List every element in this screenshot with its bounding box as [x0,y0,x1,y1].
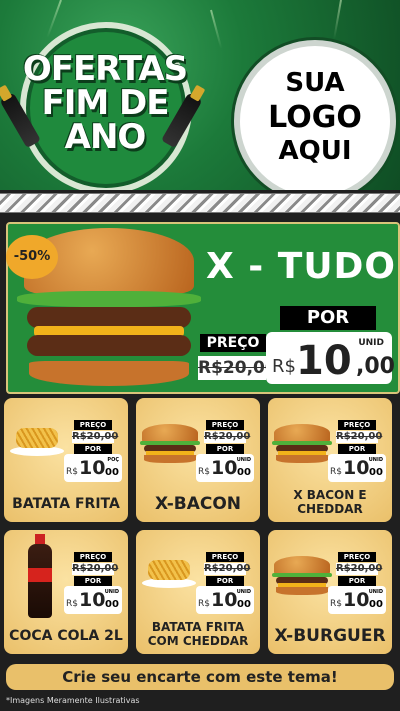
price-box: R$ 10 00 UNID [328,454,386,482]
featured-preco-label: PREÇO [200,334,266,352]
price-unit: UNID [104,589,119,595]
fries-image [10,426,64,456]
soda-bottle-image [26,534,54,618]
por-label: POR [338,576,376,586]
price-integer: 10 [79,457,106,479]
badge-line-2: FIM DE [41,83,170,123]
price-cents: 00 [237,467,251,478]
product-card[interactable]: PREÇO R$20,00 POR R$ 10 00 UNID X-BACON [136,398,260,522]
featured-title: X - TUDO [206,246,397,287]
price-integer: 10 [211,589,238,611]
price-tag: PREÇO R$20,00 POR R$ 10 00 POÇ [64,420,122,484]
product-card[interactable]: PREÇO R$20,00 POR R$ 10 00 UNID X BACON E CHEDD… [268,398,392,522]
discount-badge: -50% [6,235,58,279]
price-cents: 00 [105,467,119,478]
price-integer: 10 [79,589,106,611]
product-name: X-BACON [154,494,242,514]
sparkle-decoration [46,0,62,38]
logo-line-2: LOGO [268,100,362,135]
price-cents: 00 [105,599,119,610]
disclaimer-text: *Imagens Meramente Ilustrativas [6,696,140,705]
old-price: R$20,00 [72,431,119,443]
price-unit: UNID [358,338,384,348]
product-name: X-BURGUER [274,626,386,646]
price-box: R$ 10 00 UNID [328,586,386,614]
rope-divider [0,193,400,213]
por-label: POR [74,444,112,454]
featured-price-box: R$ 10 ,00 UNID [266,332,395,384]
preco-label: PREÇO [206,420,244,430]
preco-label: PREÇO [74,420,112,430]
burger-image [140,424,200,464]
price-unit: POÇ [107,457,119,463]
price-box: R$ 10 00 UNID [64,586,122,614]
price-integer: 10 [211,457,238,479]
currency-symbol: R$ [330,599,342,609]
product-name: COCA COLA 2L [9,628,123,644]
price-integer: 10 [296,338,352,384]
fries-image [142,558,196,588]
price-unit: UNID [236,457,251,463]
header-banner: OFERTAS FIM DE ANO SUA LOGO AQUI [0,0,400,190]
price-tag: PREÇO R$20,00 POR R$ 10 00 UNID [328,552,386,616]
currency-symbol: R$ [272,356,296,377]
por-label: POR [74,576,112,586]
preco-label: PREÇO [338,552,376,562]
price-box: R$ 10 00 UNID [196,454,254,482]
currency-symbol: R$ [66,467,78,477]
old-price: R$20,00 [72,563,119,575]
price-integer: 10 [343,457,370,479]
currency-symbol: R$ [330,467,342,477]
logo-placeholder: SUA LOGO AQUI [234,40,396,190]
burger-image [272,424,332,464]
price-box: R$ 10 00 POÇ [64,454,122,482]
old-price: R$20,00 [204,563,251,575]
price-unit: UNID [368,457,383,463]
por-label: POR [338,444,376,454]
old-price: R$20,00 [336,563,383,575]
product-card[interactable]: PREÇO R$20,00 POR R$ 10 00 UNID X-BURGUER [268,530,392,654]
por-label: POR [206,444,244,454]
product-name: X BACON E CHEDDAR [293,488,367,516]
price-integer: 10 [343,589,370,611]
price-tag: PREÇO R$20,00 POR R$ 10 00 UNID [196,552,254,616]
price-tag: PREÇO R$20,00 POR R$ 10 00 UNID [196,420,254,484]
price-box: R$ 10 00 UNID [196,586,254,614]
badge-line-3: ANO [64,117,147,157]
product-card[interactable]: PREÇO R$20,00 POR R$ 10 00 UNID BATATA FRITA CO… [136,530,260,654]
cta-banner[interactable]: Crie seu encarte com este tema! [6,664,394,690]
price-unit: UNID [368,589,383,595]
price-cents: ,00 [356,354,395,379]
product-card[interactable]: PREÇO R$20,00 POR R$ 10 00 UNID COCA COLA 2L [4,530,128,654]
preco-label: PREÇO [338,420,376,430]
badge-line-1: OFERTAS [22,49,188,89]
product-card[interactable]: PREÇO R$20,00 POR R$ 10 00 POÇ BATATA FRITA [4,398,128,522]
product-name: BATATA FRITA COM CHEDDAR [147,620,249,648]
old-price: R$20,00 [204,431,251,443]
featured-por-label: POR [280,306,376,330]
preco-label: PREÇO [74,552,112,562]
currency-symbol: R$ [66,599,78,609]
currency-symbol: R$ [198,467,210,477]
logo-line-3: AQUI [278,136,352,166]
price-tag: PREÇO R$20,00 POR R$ 10 00 UNID [328,420,386,484]
burger-image [272,556,332,596]
currency-symbol: R$ [198,599,210,609]
featured-old-price: R$20,00 [198,356,277,380]
price-cents: 00 [369,467,383,478]
preco-label: PREÇO [206,552,244,562]
sparkle-decoration [333,0,342,40]
price-tag: PREÇO R$20,00 POR R$ 10 00 UNID [64,552,122,616]
old-price: R$20,00 [336,431,383,443]
price-cents: 00 [369,599,383,610]
product-name: BATATA FRITA [12,496,120,512]
sparkle-decoration [210,9,223,49]
price-cents: 00 [237,599,251,610]
logo-line-1: SUA [285,68,345,98]
price-unit: UNID [236,589,251,595]
por-label: POR [206,576,244,586]
